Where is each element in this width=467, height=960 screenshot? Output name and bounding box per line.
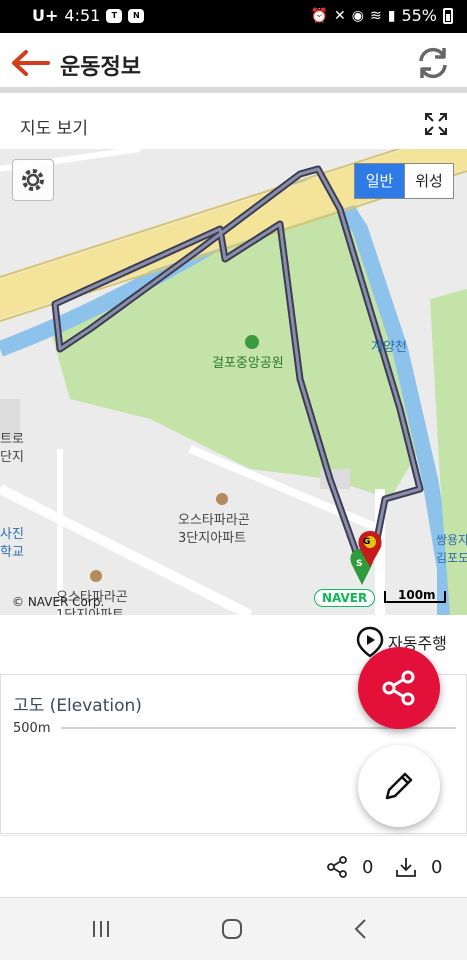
map-section-title: 지도 보기 [20, 119, 88, 139]
location-icon: ◉ [351, 7, 364, 24]
school-label: 사진 학교 [0, 527, 24, 560]
stats-row: 0 0 [0, 835, 467, 897]
goal-marker-label: G [363, 537, 371, 547]
naver-notification-icon: N [128, 8, 145, 23]
carrier-label: U+ [32, 6, 59, 25]
share-count-icon [327, 856, 347, 878]
status-bar: U+ 4:51 T N ⏰ ✕ ◉ ≋ ▮ 55% [0, 0, 467, 33]
apartment-icon [216, 493, 228, 505]
map-settings-button[interactable] [12, 159, 54, 201]
share-count: 0 [362, 856, 374, 878]
alarm-icon: ⏰ [310, 7, 329, 24]
system-nav-bar [0, 897, 467, 960]
map-header: 지도 보기 [0, 99, 467, 149]
battery-percent: 55% [401, 6, 437, 25]
map-type-normal-button[interactable]: 일반 [355, 164, 404, 198]
back-chevron-icon [354, 919, 366, 939]
back-arrow-icon [12, 50, 50, 76]
apartment-icon-2 [90, 570, 102, 582]
route-map[interactable]: G S 일반 위성 걸포중앙공원 계양천 오스타파라곤 3단지아파트 오스타파라… [0, 149, 467, 615]
map-type-satellite-button[interactable]: 위성 [404, 164, 453, 198]
clock: 4:51 [64, 6, 101, 25]
refresh-button[interactable] [413, 43, 453, 83]
park-icon [245, 335, 259, 349]
wifi-icon: ≋ [369, 7, 382, 24]
fullscreen-button[interactable] [423, 111, 449, 137]
mute-icon: ✕ [334, 7, 346, 24]
road-label-right: 쌍용자 김포도 [436, 533, 467, 565]
battery-icon [443, 7, 453, 24]
back-nav-button[interactable] [346, 916, 376, 942]
page-title: 운동정보 [60, 55, 141, 80]
refresh-icon [419, 47, 447, 79]
stream-label: 계양천 [371, 340, 407, 355]
recent-apps-icon [93, 921, 109, 937]
elevation-axis-label: 500m [13, 721, 51, 736]
app-bar: 운동정보 [0, 33, 467, 93]
pencil-icon [385, 772, 413, 800]
share-fab[interactable] [358, 647, 440, 729]
gear-icon [22, 169, 44, 191]
back-button[interactable] [8, 45, 52, 81]
elevation-title: 고도 (Elevation) [13, 696, 142, 716]
edit-fab[interactable] [358, 745, 440, 827]
download-count: 0 [431, 856, 443, 878]
expand-icon [425, 113, 447, 135]
map-type-toggle: 일반 위성 [354, 163, 454, 199]
share-icon [382, 670, 415, 706]
apartment-label: 오스타파라곤 3단지아파트 [178, 513, 250, 546]
signal-icon: ▮ [387, 7, 396, 24]
naver-logo: NAVER [314, 589, 376, 607]
home-button[interactable] [217, 916, 247, 942]
recent-apps-button[interactable] [86, 916, 116, 942]
download-icon [396, 858, 416, 877]
park-label: 걸포중앙공원 [212, 356, 284, 371]
talk-notification-icon: T [106, 8, 123, 23]
download-count-stat[interactable]: 0 [395, 856, 442, 878]
start-marker-label: S [356, 559, 363, 569]
map-copyright: © NAVER Corp. [12, 595, 105, 609]
home-icon [222, 919, 242, 939]
scale-label: 100m [398, 588, 436, 602]
share-count-stat[interactable]: 0 [326, 856, 373, 878]
building-label-left: 트로 단지 [0, 432, 24, 465]
